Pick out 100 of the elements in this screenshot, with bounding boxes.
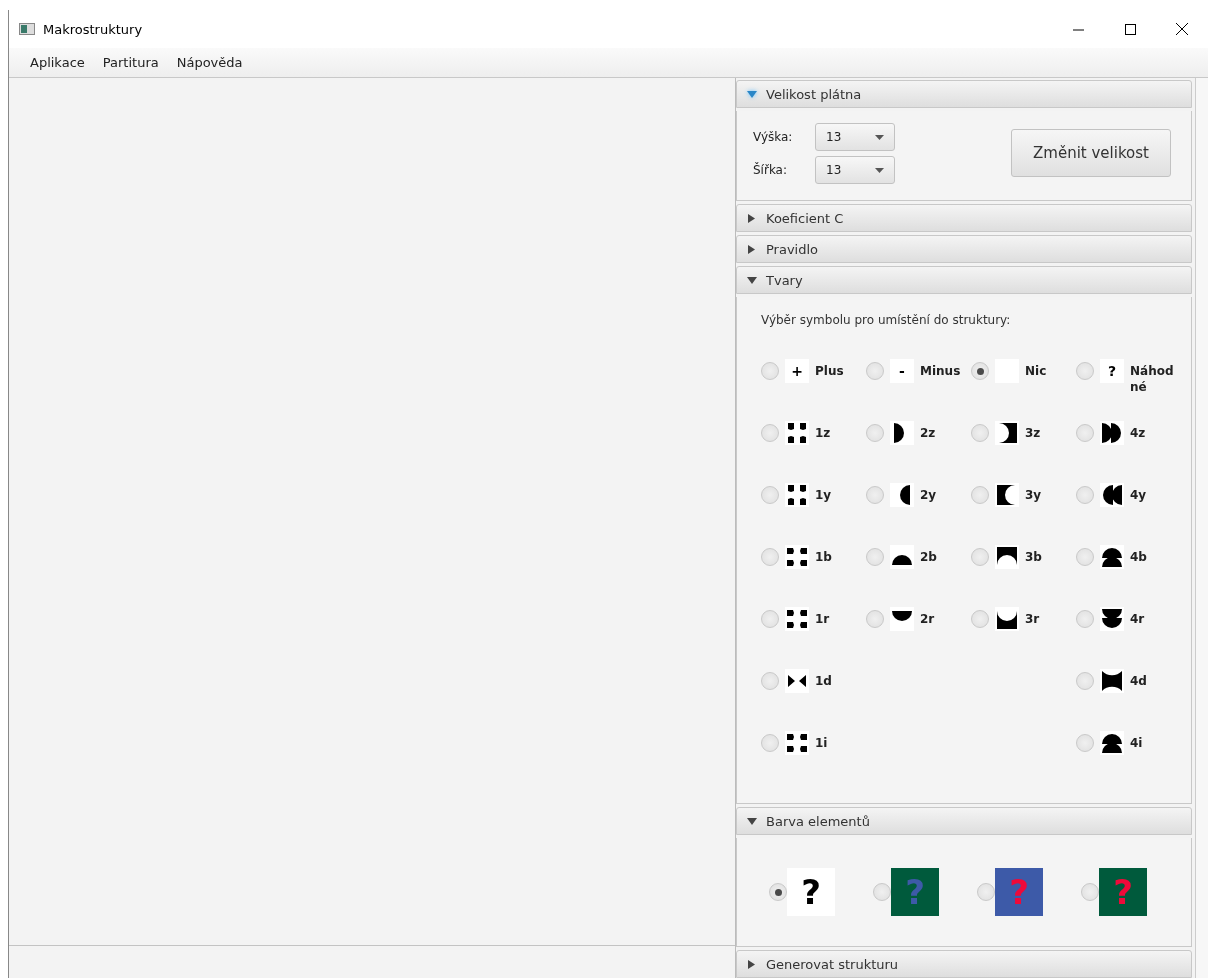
caret-icon bbox=[875, 134, 884, 140]
radio-button[interactable] bbox=[761, 734, 779, 752]
app-icon bbox=[19, 23, 35, 35]
symbol-tile: - bbox=[890, 359, 914, 383]
section-title: Barva elementů bbox=[766, 813, 870, 829]
window-title: Makrostruktury bbox=[43, 21, 144, 37]
radio-button[interactable] bbox=[761, 486, 779, 504]
section-title: Velikost plátna bbox=[766, 86, 862, 102]
question-mark-symbol: ? bbox=[1009, 872, 1029, 912]
resize-button[interactable]: Změnit velikost bbox=[1011, 129, 1171, 177]
radio-button[interactable] bbox=[1076, 672, 1094, 690]
section-header[interactable]: Velikost plátna bbox=[736, 80, 1192, 108]
shape-icon bbox=[995, 483, 1019, 507]
shape-label: 1b bbox=[815, 549, 832, 565]
radio-button[interactable] bbox=[1076, 610, 1094, 628]
shape-icon bbox=[995, 421, 1019, 445]
shape-icon bbox=[1100, 421, 1124, 445]
shape-label: 2y bbox=[920, 487, 937, 503]
caret-icon bbox=[875, 167, 884, 173]
radio-button[interactable] bbox=[1076, 734, 1094, 752]
shape-icon bbox=[1100, 731, 1124, 755]
shape-icon bbox=[785, 545, 809, 569]
maximize-icon bbox=[1124, 23, 1136, 35]
shape-icon bbox=[785, 731, 809, 755]
symbol-tile: + bbox=[785, 359, 809, 383]
radio-button[interactable] bbox=[971, 548, 989, 566]
shape-label: 1d bbox=[815, 673, 832, 689]
section-header[interactable]: Tvary bbox=[736, 266, 1192, 294]
menu-item[interactable]: Aplikace bbox=[21, 55, 94, 70]
menu-item[interactable]: Nápověda bbox=[167, 55, 252, 70]
field-label: Šířka: bbox=[753, 163, 789, 177]
section-title: Generovat strukturu bbox=[766, 956, 899, 972]
collapsed-arrow-icon bbox=[746, 243, 758, 255]
shape-label: 1r bbox=[815, 611, 830, 627]
radio-button[interactable] bbox=[866, 362, 884, 380]
menu-item[interactable]: Partitura bbox=[93, 55, 168, 70]
close-icon bbox=[1176, 23, 1188, 35]
shape-label: 4z bbox=[1130, 425, 1146, 441]
radio-button[interactable] bbox=[769, 883, 787, 901]
shape-icon bbox=[890, 607, 914, 631]
question-mark-symbol: ? bbox=[905, 872, 925, 912]
shape-icon bbox=[1100, 483, 1124, 507]
shape-label: 2b bbox=[920, 549, 937, 565]
shape-icon bbox=[785, 421, 809, 445]
shape-label: 1z bbox=[815, 425, 831, 441]
shape-label: Plus bbox=[815, 363, 844, 379]
scrollbar[interactable] bbox=[1195, 78, 1208, 978]
shape-icon bbox=[995, 545, 1019, 569]
radio-button[interactable] bbox=[971, 362, 989, 380]
radio-button[interactable] bbox=[761, 362, 779, 380]
radio-button[interactable] bbox=[1076, 486, 1094, 504]
shape-label: Náhod né bbox=[1130, 363, 1175, 395]
shape-icon bbox=[1100, 669, 1124, 693]
radio-button[interactable] bbox=[977, 883, 995, 901]
radio-button[interactable] bbox=[971, 424, 989, 442]
expanded-arrow-icon bbox=[746, 815, 758, 827]
section-title: Pravidlo bbox=[766, 241, 819, 257]
shape-icon bbox=[785, 669, 809, 693]
radio-button[interactable] bbox=[971, 486, 989, 504]
shape-label: 3z bbox=[1025, 425, 1041, 441]
section-header[interactable]: Generovat strukturu bbox=[736, 950, 1192, 978]
radio-button[interactable] bbox=[761, 610, 779, 628]
radio-button[interactable] bbox=[866, 548, 884, 566]
radio-button[interactable] bbox=[971, 610, 989, 628]
shape-label: 4r bbox=[1130, 611, 1145, 627]
collapsed-arrow-icon bbox=[746, 958, 758, 970]
radio-button[interactable] bbox=[761, 672, 779, 690]
radio-button[interactable] bbox=[761, 548, 779, 566]
radio-button[interactable] bbox=[866, 610, 884, 628]
radio-button[interactable] bbox=[873, 883, 891, 901]
radio-button[interactable] bbox=[761, 424, 779, 442]
question-mark-symbol: ? bbox=[801, 872, 821, 912]
collapsed-arrow-icon bbox=[746, 212, 758, 224]
expanded-arrow-icon bbox=[746, 274, 758, 286]
radio-button[interactable] bbox=[866, 486, 884, 504]
shape-label: 3r bbox=[1025, 611, 1040, 627]
field-label: Výška: bbox=[753, 130, 794, 144]
shape-icon bbox=[1100, 607, 1124, 631]
shape-icon bbox=[1100, 545, 1124, 569]
radio-button[interactable] bbox=[1076, 424, 1094, 442]
radio-button[interactable] bbox=[866, 424, 884, 442]
shape-label: 4d bbox=[1130, 673, 1147, 689]
number-dropdown[interactable]: 13 bbox=[815, 156, 895, 184]
section-header[interactable]: Koeficient C bbox=[736, 204, 1192, 232]
shape-label: 2r bbox=[920, 611, 935, 627]
section-header[interactable]: Barva elementů bbox=[736, 807, 1192, 835]
radio-button[interactable] bbox=[1076, 362, 1094, 380]
radio-button[interactable] bbox=[1081, 883, 1099, 901]
shape-label: 4y bbox=[1130, 487, 1147, 503]
shape-label: 4i bbox=[1130, 735, 1143, 751]
radio-button[interactable] bbox=[1076, 548, 1094, 566]
shape-icon bbox=[890, 483, 914, 507]
shape-label: 1y bbox=[815, 487, 832, 503]
number-dropdown[interactable]: 13 bbox=[815, 123, 895, 151]
shape-label: Minus bbox=[920, 363, 961, 379]
prompt-text: Výběr symbolu pro umístění do struktury: bbox=[761, 313, 1012, 327]
shape-icon bbox=[890, 545, 914, 569]
shape-icon bbox=[785, 607, 809, 631]
shape-label: 3y bbox=[1025, 487, 1042, 503]
section-header[interactable]: Pravidlo bbox=[736, 235, 1192, 263]
